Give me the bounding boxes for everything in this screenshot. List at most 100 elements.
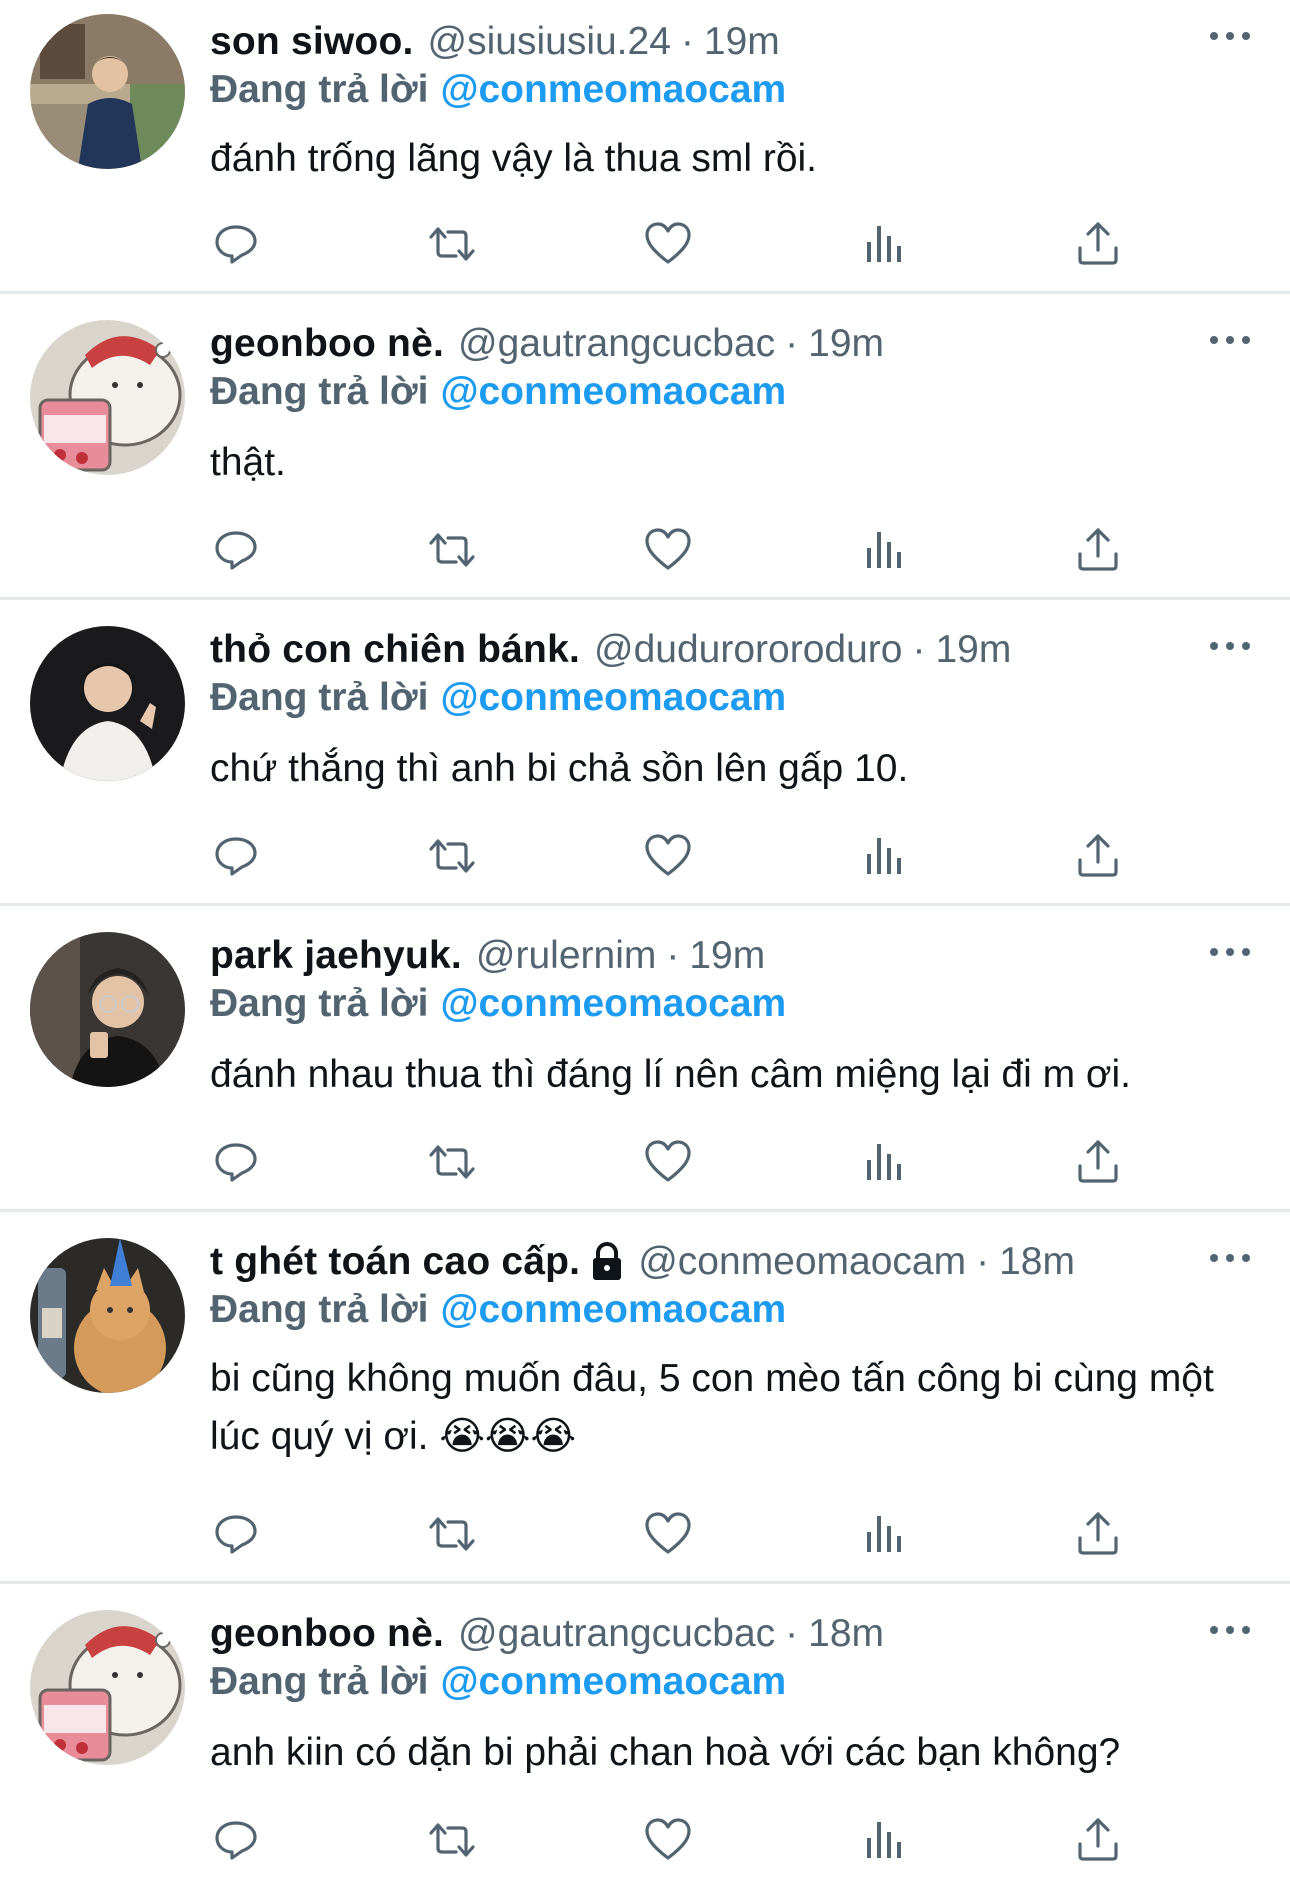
user-handle[interactable]: @dudurororoduro [594,628,902,672]
retweet-icon[interactable] [426,1814,478,1866]
views-icon[interactable] [858,1814,910,1866]
tweet[interactable]: geonboo nè. @gautrangcucbac · 18m Đang t… [0,1584,1290,1887]
display-name[interactable]: t ghét toán cao cấp. [210,1240,580,1284]
display-name[interactable]: thỏ con chiên bánk. [210,628,580,672]
replying-to-link[interactable]: @conmeomaocam [440,68,786,111]
replying-to-link[interactable]: @conmeomaocam [440,676,786,719]
tweet[interactable]: son siwoo. @siusiusiu.24 · 19m Đang trả … [0,0,1290,294]
avatar-photo-man-outdoor-icon [30,14,185,169]
tweet-text: chứ thắng thì anh bi chả sồn lên gấp 10. [210,747,909,790]
views-icon[interactable] [858,218,910,270]
more-options-icon[interactable] [1210,26,1250,46]
lock-icon [593,1242,622,1280]
views-icon[interactable] [858,830,910,882]
avatar[interactable] [30,320,185,475]
replying-to: Đang trả lời @conmeomaocam [210,1288,786,1338]
user-handle[interactable]: @conmeomaocam [638,1240,966,1284]
more-options-icon[interactable] [1210,636,1250,656]
share-icon[interactable] [1072,1814,1124,1866]
display-name[interactable]: geonboo nè. [210,322,444,366]
replying-label: Đang trả lời [210,68,429,111]
more-options-icon[interactable] [1210,942,1250,962]
avatar[interactable] [30,1610,185,1765]
tweet-actions [210,1508,1130,1568]
separator-dot: · [785,322,799,365]
tweet-actions [210,524,1130,584]
replying-to: Đang trả lời @conmeomaocam [210,68,786,118]
more-options-icon[interactable] [1210,1620,1250,1640]
tweet[interactable]: thỏ con chiên bánk. @dudurororoduro · 19… [0,600,1290,906]
share-icon[interactable] [1072,524,1124,576]
display-name[interactable]: geonboo nè. [210,1612,444,1656]
replying-to-link[interactable]: @conmeomaocam [440,982,786,1025]
replying-label: Đang trả lời [210,982,429,1025]
replying-to-link[interactable]: @conmeomaocam [440,1660,786,1703]
separator-dot: · [666,934,680,977]
reply-icon[interactable] [210,1814,262,1866]
views-icon[interactable] [858,524,910,576]
avatar[interactable] [30,1238,185,1393]
views-icon[interactable] [858,1136,910,1188]
avatar-photo-man-glasses-icon [30,932,185,1087]
replying-label: Đang trả lời [210,1660,429,1703]
replying-to-link[interactable]: @conmeomaocam [440,370,786,413]
avatar[interactable] [30,932,185,1087]
share-icon[interactable] [1072,1136,1124,1188]
share-icon[interactable] [1072,830,1124,882]
separator-dot: · [912,628,926,671]
user-handle[interactable]: @gautrangcucbac [458,1612,775,1656]
timestamp[interactable]: 19m [689,934,765,978]
reply-icon[interactable] [210,1508,262,1560]
retweet-icon[interactable] [426,218,478,270]
more-options-icon[interactable] [1210,1248,1250,1268]
tweet-actions [210,218,1130,278]
avatar-photo-man-dark-icon [30,626,185,781]
like-icon[interactable] [642,830,694,882]
reply-icon[interactable] [210,1136,262,1188]
views-icon[interactable] [858,1508,910,1560]
timestamp[interactable]: 19m [704,20,780,64]
user-handle[interactable]: @gautrangcucbac [458,322,775,366]
tweet-text: bi cũng không muốn đâu, 5 con mèo tấn cô… [210,1357,1214,1458]
tweet-text: đánh nhau thua thì đáng lí nên câm miệng… [210,1053,1131,1096]
replying-label: Đang trả lời [210,676,429,719]
separator-dot: · [785,1612,799,1655]
reply-icon[interactable] [210,524,262,576]
timestamp[interactable]: 19m [935,628,1011,672]
like-icon[interactable] [642,1508,694,1560]
timestamp[interactable]: 18m [808,1612,884,1656]
like-icon[interactable] [642,1814,694,1866]
share-icon[interactable] [1072,1508,1124,1560]
tweet[interactable]: park jaehyuk. @rulernim · 19m Đang trả l… [0,906,1290,1212]
replying-to: Đang trả lời @conmeomaocam [210,982,786,1032]
tweet-text: đánh trống lãng vậy là thua sml rồi. [210,137,818,180]
more-options-icon[interactable] [1210,330,1250,350]
timestamp[interactable]: 18m [999,1240,1075,1284]
reply-icon[interactable] [210,218,262,270]
reply-icon[interactable] [210,830,262,882]
like-icon[interactable] [642,1136,694,1188]
retweet-icon[interactable] [426,1136,478,1188]
separator-dot: · [680,20,694,63]
display-name[interactable]: son siwoo. [210,20,414,64]
tweet-actions [210,830,1130,890]
tweet-text: thật. [210,441,286,484]
tweet[interactable]: t ghét toán cao cấp. @conmeomaocam · 18m… [0,1212,1290,1584]
user-handle[interactable]: @rulernim [476,934,656,978]
user-handle[interactable]: @siusiusiu.24 [428,20,671,64]
timestamp[interactable]: 19m [808,322,884,366]
replying-to-link[interactable]: @conmeomaocam [440,1288,786,1331]
replying-to: Đang trả lời @conmeomaocam [210,370,786,420]
share-icon[interactable] [1072,218,1124,270]
retweet-icon[interactable] [426,1508,478,1560]
like-icon[interactable] [642,524,694,576]
tweet-text: anh kiin có dặn bi phải chan hoà với các… [210,1731,1121,1774]
replying-to: Đang trả lời @conmeomaocam [210,1660,786,1710]
avatar[interactable] [30,626,185,781]
tweet[interactable]: geonboo nè. @gautrangcucbac · 19m Đang t… [0,294,1290,600]
avatar[interactable] [30,14,185,169]
display-name[interactable]: park jaehyuk. [210,934,462,978]
retweet-icon[interactable] [426,830,478,882]
retweet-icon[interactable] [426,524,478,576]
like-icon[interactable] [642,218,694,270]
